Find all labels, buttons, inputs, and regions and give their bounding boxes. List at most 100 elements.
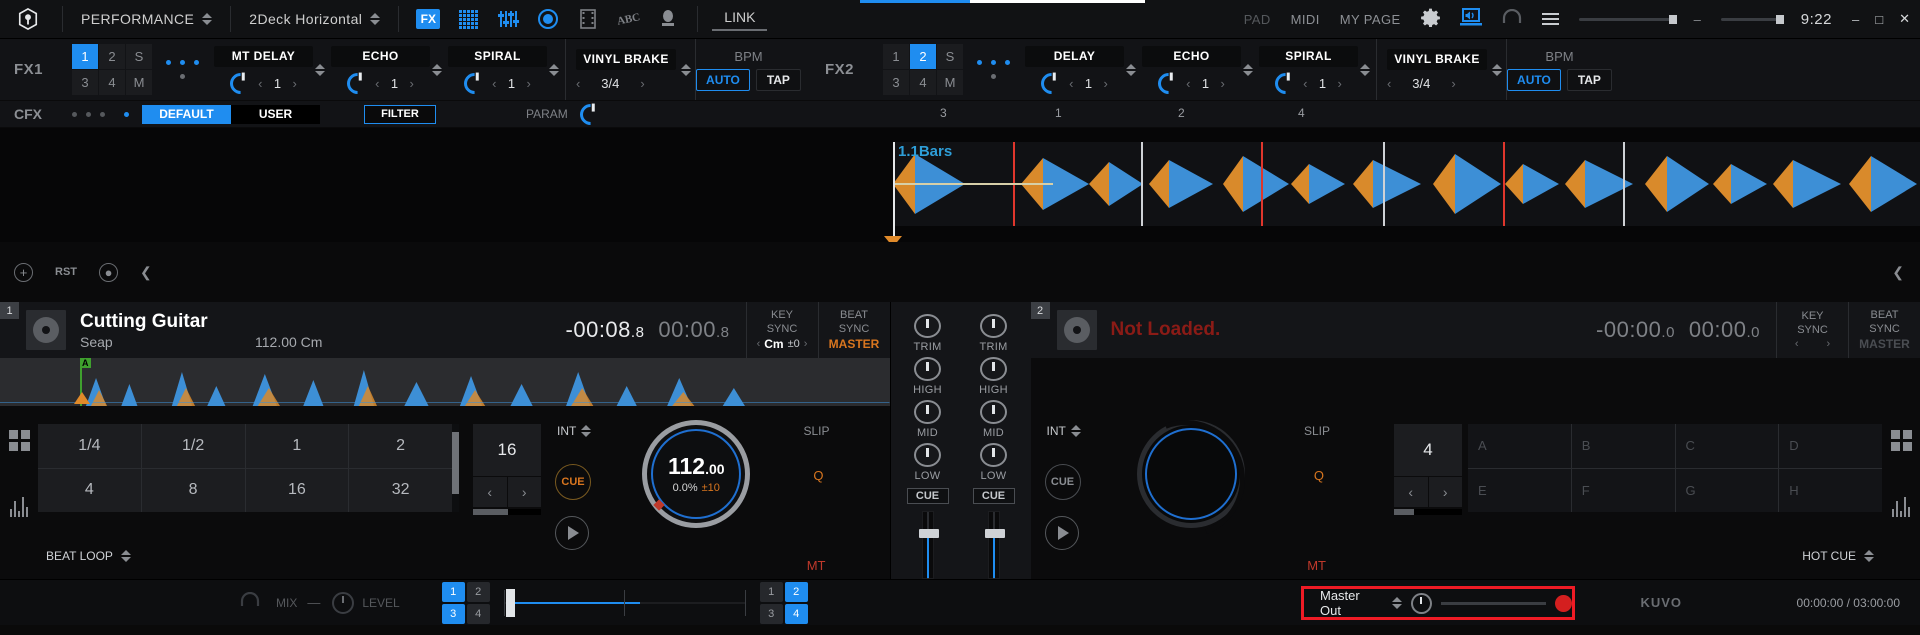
deck1-loop-pad-8[interactable]: 32: [349, 468, 452, 512]
waveform-mode-icon[interactable]: [10, 497, 28, 517]
cfx-mode-dots[interactable]: [72, 111, 132, 117]
fx2-slot1-updown-icon[interactable]: [1126, 63, 1136, 76]
top-slider-2[interactable]: [1720, 14, 1784, 24]
deck1-sync-state[interactable]: MASTER: [829, 337, 880, 351]
add-circle-icon[interactable]: +: [14, 262, 33, 282]
fx1-slot2-knob[interactable]: [342, 68, 373, 98]
tab-pad[interactable]: PAD: [1244, 12, 1271, 27]
collapse-right-icon[interactable]: ❮: [1892, 264, 1904, 281]
ch1-low-knob[interactable]: [914, 443, 941, 468]
deck2-hotcue-pads[interactable]: A B C D E F G H: [1468, 424, 1882, 512]
deck2-hotcue-pad-g[interactable]: G: [1675, 468, 1779, 512]
deck2-key-sync[interactable]: KEY SYNC ‹ ›: [1776, 302, 1848, 358]
monitor-icon[interactable]: [1459, 8, 1482, 30]
waveform-mode-icon[interactable]: [1892, 497, 1910, 517]
deck2-play-button[interactable]: [1044, 516, 1079, 550]
rst-button[interactable]: RST: [55, 266, 77, 278]
fx2-ch-2[interactable]: 2: [910, 44, 936, 69]
layout-selector[interactable]: 2Deck Horizontal: [237, 11, 392, 27]
fx1-slot2-name[interactable]: ECHO: [331, 45, 430, 67]
deck2-slip-label[interactable]: SLIP: [1304, 424, 1330, 438]
pad-grid-icon[interactable]: [455, 8, 481, 30]
fx2-slot1-knob[interactable]: [1036, 68, 1067, 98]
deck2-hotcue-pad-a[interactable]: A: [1468, 424, 1571, 468]
fx1-slot1-knob[interactable]: [225, 68, 256, 98]
fx2-slot2-name[interactable]: ECHO: [1142, 45, 1241, 67]
deck2-sync-state[interactable]: MASTER: [1859, 337, 1910, 351]
chevron-left-icon[interactable]: ‹: [1303, 76, 1307, 91]
deck2-track-overview[interactable]: [1030, 358, 1920, 406]
chevron-left-icon[interactable]: ‹: [1795, 338, 1799, 350]
headphone-level-knob[interactable]: [332, 591, 355, 614]
fx2-ch-1[interactable]: 1: [883, 44, 909, 69]
chevron-updown-icon[interactable]: [1864, 550, 1874, 562]
deck1-loop-length-control[interactable]: 16 ‹ ›: [473, 424, 541, 579]
deck1-loop-position-bar[interactable]: [473, 509, 541, 515]
xfader-assign-left[interactable]: 1 2 3 4: [441, 581, 490, 624]
deck2-hotcue-pad-h[interactable]: H: [1779, 468, 1882, 512]
chevron-right-icon[interactable]: ›: [527, 76, 531, 91]
deck1-loop-pad-5[interactable]: 4: [38, 468, 141, 512]
deck2-loop-next-button[interactable]: ›: [1428, 477, 1462, 507]
fx1-slot3-knob[interactable]: [459, 68, 490, 98]
tab-my-page[interactable]: MY PAGE: [1340, 12, 1401, 27]
window-maximize-button[interactable]: □: [1875, 12, 1883, 27]
window-close-button[interactable]: ✕: [1899, 11, 1910, 27]
fx2-slot2-updown-icon[interactable]: [1243, 63, 1253, 76]
fx1-ch-3[interactable]: 3: [72, 70, 98, 95]
lyric-abc-icon[interactable]: ABC: [615, 8, 641, 30]
fx2-slot3-name[interactable]: SPIRAL: [1259, 45, 1358, 67]
deck1-pad-mode-footer[interactable]: BEAT LOOP: [46, 549, 131, 563]
chevron-right-icon[interactable]: ›: [804, 338, 808, 350]
ch2-low-knob[interactable]: [980, 443, 1007, 468]
deck1-beat-sync[interactable]: BEAT SYNC MASTER: [817, 302, 890, 358]
mic-icon[interactable]: [655, 8, 681, 30]
chevron-left-icon[interactable]: ‹: [576, 76, 580, 91]
pad-mode-icon[interactable]: [1890, 430, 1912, 451]
crossfader[interactable]: [503, 588, 746, 617]
deck1-loop-pad-2[interactable]: 1/2: [141, 424, 245, 468]
ch1-mid-knob[interactable]: [914, 400, 941, 425]
fx2-release-updown-icon[interactable]: [1492, 63, 1502, 76]
chevron-updown-icon[interactable]: [120, 550, 131, 562]
chevron-right-icon[interactable]: ›: [293, 76, 297, 91]
deck2-jog-wheel[interactable]: [1108, 401, 1265, 557]
deck2-hotcue-pad-b[interactable]: B: [1571, 424, 1675, 468]
fx1-mode-dots[interactable]: [152, 39, 212, 100]
ch2-cue-button[interactable]: CUE: [972, 488, 1015, 504]
deck1-jog-wheel[interactable]: 112.00 0.0% ±10: [642, 420, 751, 528]
tab-midi[interactable]: MIDI: [1291, 12, 1320, 27]
deck1-play-button[interactable]: [555, 516, 589, 550]
chevron-updown-icon[interactable]: [202, 13, 213, 25]
deck2-int-label[interactable]: INT: [1047, 424, 1081, 438]
deck1-loop-pad-6[interactable]: 8: [141, 468, 245, 512]
deck2-beat-sync[interactable]: BEAT SYNC MASTER: [1848, 302, 1920, 358]
fx1-slot2-updown-icon[interactable]: [432, 63, 442, 76]
xfader-right-ch4[interactable]: 4: [784, 603, 808, 624]
chevron-left-icon[interactable]: ‹: [1387, 76, 1391, 91]
deck2-loop-length-control[interactable]: 4 ‹ ›: [1394, 424, 1462, 579]
headphone-icon[interactable]: [1502, 8, 1522, 30]
chevron-right-icon[interactable]: ›: [1451, 76, 1455, 91]
chevron-right-icon[interactable]: ›: [1104, 76, 1108, 91]
chevron-updown-icon[interactable]: [1070, 425, 1081, 437]
deck1-mt-label[interactable]: MT: [807, 558, 826, 573]
fx1-ch-4[interactable]: 4: [99, 70, 125, 95]
gear-icon[interactable]: [1420, 8, 1440, 30]
deck1-loop-next-button[interactable]: ›: [507, 477, 541, 507]
fx1-ch-s[interactable]: S: [126, 44, 152, 69]
cfx-default-button[interactable]: DEFAULT: [142, 104, 231, 124]
fx1-channel-select[interactable]: 1 2 S 3 4 M: [72, 44, 152, 95]
chevron-right-icon[interactable]: ›: [640, 76, 644, 91]
ch1-cue-button[interactable]: CUE: [906, 488, 949, 504]
deck1-int-label[interactable]: INT: [557, 424, 592, 438]
fx1-slot3-name[interactable]: SPIRAL: [448, 45, 547, 67]
hamburger-icon[interactable]: [1541, 13, 1559, 25]
xfader-left-ch1[interactable]: 1: [441, 581, 465, 602]
deck2-hotcue-pad-e[interactable]: E: [1468, 468, 1571, 512]
deck1-track-overview[interactable]: A: [0, 358, 890, 406]
deck2-cue-button[interactable]: CUE: [1044, 464, 1081, 500]
fx2-bpm-auto-button[interactable]: AUTO: [1507, 68, 1561, 91]
chevron-updown-icon[interactable]: [581, 425, 592, 437]
ch2-mid-knob[interactable]: [980, 400, 1007, 425]
